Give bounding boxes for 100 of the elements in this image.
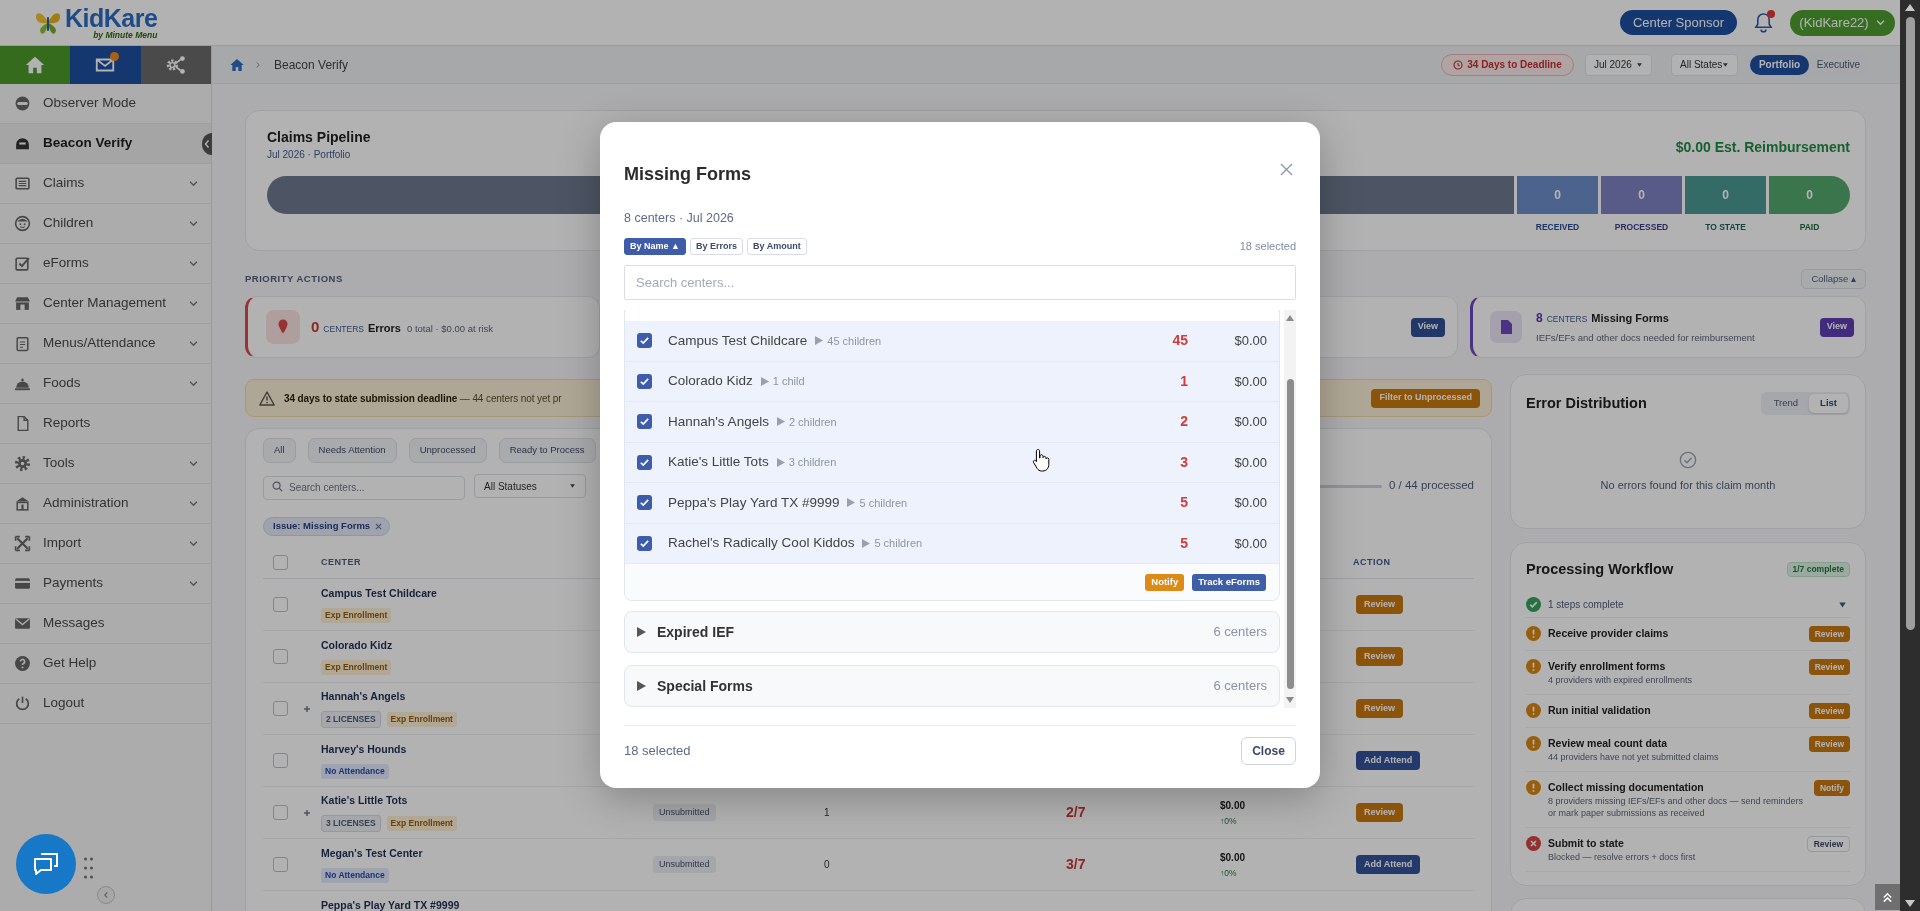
scroll-up-arrow-icon[interactable] <box>1905 4 1915 11</box>
center-name[interactable]: Megan's Test Center <box>321 846 423 862</box>
checkbox[interactable] <box>273 753 288 768</box>
sidebar-menu-item[interactable]: Administration <box>0 484 211 524</box>
sidebar-menu-item[interactable]: Center Management <box>0 284 211 324</box>
caret-right-icon[interactable] <box>760 376 769 386</box>
view-button[interactable]: View <box>1410 317 1445 337</box>
step-button[interactable]: Review <box>1808 659 1850 675</box>
collapse-button[interactable]: Collapse ▴ <box>1801 269 1866 289</box>
center-name[interactable]: Peppa's Play Yard TX #9999 <box>321 898 460 911</box>
center-name[interactable]: Campus Test Childcare <box>321 586 437 602</box>
action-button[interactable]: Review <box>1356 803 1404 822</box>
group-header[interactable]: Special Forms 6 centers <box>625 666 1279 706</box>
caret-right-icon[interactable] <box>776 457 785 467</box>
sidebar-menu-item[interactable]: Children <box>0 204 211 244</box>
logo-tagline: by Minute Menu <box>93 31 158 40</box>
view-tab[interactable]: Trend <box>1762 394 1810 413</box>
status-select[interactable]: All Statuses <box>474 474 586 498</box>
filter-tab[interactable]: Needs Attention <box>307 438 397 463</box>
search-field[interactable]: Search centers... <box>624 265 1296 300</box>
sidebar-menu-item[interactable]: Reports <box>0 404 211 444</box>
amount-text: $0.00 <box>1233 332 1267 350</box>
checkbox[interactable] <box>273 597 288 612</box>
group-action-button[interactable]: Track eForms <box>1192 573 1266 591</box>
action-button[interactable]: Review <box>1356 595 1404 614</box>
sidebar-menu-item[interactable]: Tools <box>0 444 211 484</box>
checkbox[interactable] <box>637 454 652 470</box>
change-text: ↑0% <box>1220 866 1237 880</box>
close-button[interactable]: Close <box>1241 737 1296 765</box>
caret-right-icon[interactable] <box>815 336 824 346</box>
filter-tab[interactable]: Ready to Process <box>498 438 596 463</box>
action-button[interactable]: Add Attend <box>1356 855 1421 874</box>
sidebar-menu-item[interactable]: Logout <box>0 684 211 724</box>
role-button[interactable]: Center Sponsor <box>1620 10 1737 35</box>
select-all-checkbox[interactable] <box>273 555 288 570</box>
step-button[interactable]: Review <box>1808 736 1850 752</box>
filter-button[interactable]: Filter to Unprocessed <box>1371 388 1480 408</box>
view-tab[interactable]: List <box>1809 394 1848 413</box>
checkbox[interactable] <box>637 373 652 389</box>
filter-tab[interactable]: All <box>263 438 296 463</box>
state-select[interactable]: All States <box>1671 53 1738 76</box>
step-button[interactable]: Notify <box>1813 780 1850 796</box>
collapse-handle-icon[interactable] <box>202 133 212 155</box>
checkbox[interactable] <box>273 649 288 664</box>
sidebar-menu-item[interactable]: Menus/Attendance <box>0 324 211 364</box>
step-button[interactable]: Review <box>1808 626 1850 642</box>
scrollbar-thumb[interactable] <box>1905 17 1915 630</box>
checkbox[interactable] <box>637 333 652 349</box>
sidebar-menu-item[interactable]: Get Help <box>0 644 211 684</box>
scrollbar-thumb[interactable] <box>1286 379 1294 689</box>
plus-icon[interactable] <box>303 704 311 713</box>
step-button[interactable]: Review <box>1806 836 1850 852</box>
bell-icon[interactable] <box>1753 12 1773 33</box>
caret-right-icon[interactable] <box>776 417 785 427</box>
checkbox[interactable] <box>637 495 652 511</box>
sidebar-menu-item[interactable]: Beacon Verify <box>0 124 211 164</box>
messages-tab[interactable] <box>70 46 141 84</box>
view-tab[interactable]: Portfolio <box>1750 54 1809 75</box>
caret-right-icon[interactable] <box>847 498 856 508</box>
search-field[interactable]: Search centers... <box>263 475 465 500</box>
checkbox[interactable] <box>637 535 652 551</box>
scroll-down-arrow-icon[interactable] <box>1905 900 1915 907</box>
plus-icon[interactable] <box>303 808 311 817</box>
sort-button[interactable]: By Amount <box>746 238 807 255</box>
center-name[interactable]: Harvey's Hounds <box>321 742 407 758</box>
house-icon[interactable] <box>229 56 245 73</box>
checkbox[interactable] <box>273 805 288 820</box>
sidebar-menu-item[interactable]: Foods <box>0 364 211 404</box>
action-button[interactable]: Review <box>1356 699 1404 718</box>
step-button[interactable]: Review <box>1808 703 1850 719</box>
sidebar-menu-item[interactable]: Messages <box>0 604 211 644</box>
close-icon[interactable] <box>375 523 383 530</box>
filter-tab[interactable]: Unprocessed <box>408 438 487 463</box>
action-button[interactable]: Add Attend <box>1356 751 1421 770</box>
center-name[interactable]: Colorado Kidz <box>321 638 393 654</box>
checkbox[interactable] <box>273 701 288 716</box>
caret-right-icon[interactable] <box>862 538 871 548</box>
sidebar-menu-item[interactable]: Payments <box>0 564 211 604</box>
drag-handle-icon[interactable] <box>84 857 93 879</box>
caret-down-icon[interactable] <box>1838 600 1847 609</box>
center-name[interactable]: Katie's Little Tots <box>321 793 408 809</box>
group-header[interactable]: Expired IEF 6 centers <box>625 612 1279 652</box>
sidebar-menu-item[interactable]: Import <box>0 524 211 564</box>
view-tab[interactable]: Executive <box>1809 54 1868 75</box>
tools-tab[interactable] <box>140 46 211 84</box>
checkbox[interactable] <box>273 857 288 872</box>
sort-button[interactable]: By Errors <box>689 238 743 255</box>
sidebar-menu-item[interactable]: Claims <box>0 164 211 204</box>
action-button[interactable]: Review <box>1356 647 1404 666</box>
view-button[interactable]: View <box>1819 317 1854 337</box>
home-tab[interactable] <box>0 46 71 84</box>
scroll-to-top-button[interactable] <box>1875 884 1900 910</box>
collapse-sidebar-button[interactable] <box>96 886 115 904</box>
center-name[interactable]: Hannah's Angels <box>321 689 406 705</box>
month-select[interactable]: Jul 2026 <box>1585 53 1652 76</box>
dialog-subtitle: 8 centers · Jul 2026 <box>624 210 734 226</box>
sort-button[interactable]: By Name ▲ <box>624 238 686 255</box>
checkbox[interactable] <box>637 414 652 430</box>
account-menu-button[interactable]: (KidKare22) <box>1790 9 1895 36</box>
sidebar-menu-item[interactable]: eForms <box>0 244 211 284</box>
